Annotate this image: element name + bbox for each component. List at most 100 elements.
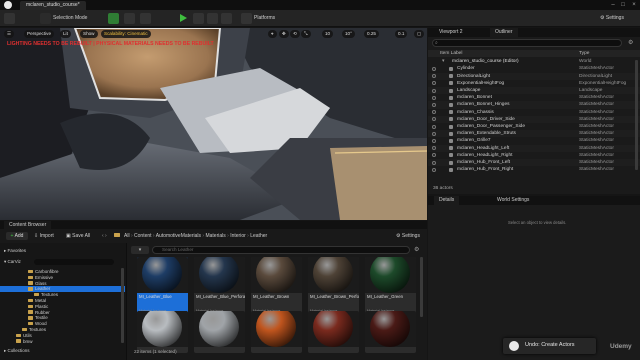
asset-tile[interactable] [308,311,359,353]
visibility-eye-icon[interactable] [432,160,436,165]
visibility-eye-icon[interactable] [432,138,436,143]
close-icon[interactable]: × [629,1,639,9]
folder-tree-item[interactable]: Metal [0,298,125,303]
column-item-label[interactable]: Item Label [440,51,462,57]
minimize-icon[interactable]: – [608,1,618,9]
outliner-row[interactable]: mclaren_Hub_Front_Left StaticMeshActor [428,159,640,167]
level-tab[interactable]: mclaren_studio_course* [20,1,86,10]
outliner-row[interactable]: mclaren_Bonnet StaticMeshActor [428,94,640,101]
select-tool-icon[interactable]: ⌖ [268,30,277,38]
outliner-row[interactable]: Landscape Landscape [428,87,640,95]
outliner-row[interactable]: mclaren_Bonnet_Hinges StaticMeshActor [428,101,640,109]
asset-settings-icon[interactable]: ⚙ [414,246,419,254]
folder-tree-item[interactable]: Carbonfibre [0,269,125,274]
tree-search-input[interactable] [34,259,114,265]
view-mode-lit-button[interactable]: Lit [60,30,71,38]
add-button[interactable]: + Add [6,232,28,240]
settings-menu[interactable]: ⚙ Settings [600,12,624,24]
platforms-menu[interactable]: Platforms [254,12,275,24]
visibility-eye-icon[interactable] [432,124,436,129]
folder-tree-item[interactable]: Emissive [0,275,125,280]
sequencer-icon[interactable] [140,13,151,24]
outliner-row[interactable]: mclaren_Door_Passenger_Side StaticMeshAct… [428,123,640,130]
breadcrumb-item[interactable]: Content [134,233,152,239]
tab-content-browser[interactable]: Content Browser [4,221,52,229]
visibility-eye-icon[interactable] [432,88,436,93]
more-play-options-icon[interactable] [221,13,232,24]
outliner-scrollbar[interactable] [635,60,638,170]
visibility-eye-icon[interactable] [432,74,436,79]
add-actor-icon[interactable] [108,13,119,24]
folder-tree-item[interactable]: Plastic [0,304,125,309]
asset-tile[interactable]: MI_Leather_BrownMaterial Instance [251,257,302,315]
asset-tile[interactable]: MI_Leather_GreenMaterial Instance [365,257,416,315]
visibility-eye-icon[interactable] [432,146,436,151]
breadcrumb-item[interactable]: Leather [250,233,267,239]
rotate-tool-icon[interactable]: ⟲ [290,30,300,38]
selection-mode-icon[interactable] [40,13,51,24]
outliner-root-row[interactable]: ▾ mclaren_studio_course (Editor) World [428,58,640,65]
breadcrumb-item[interactable]: Interior [230,233,246,239]
collections-section[interactable]: ▸ Collections [4,348,126,353]
play-icon[interactable] [180,14,187,22]
show-button[interactable]: Show [80,30,98,38]
folder-tree-item[interactable]: Textures [0,292,125,297]
breadcrumb-item[interactable]: AutomotiveMaterials [156,233,201,239]
breadcrumb-item[interactable]: Materials [205,233,225,239]
nav-back-icon[interactable]: ‹ › [102,232,107,240]
visibility-eye-icon[interactable] [432,81,436,86]
filter-button[interactable]: ▾ [131,246,149,254]
asset-tile[interactable] [194,311,245,353]
folder-tree-item[interactable]: Glass [0,281,125,286]
tab-outliner[interactable]: Outliner [490,28,518,37]
visibility-eye-icon[interactable] [432,131,436,136]
outliner-row[interactable]: DirectionalLight DirectionalLight [428,72,640,80]
rotation-snap-value[interactable]: 10° [342,30,355,38]
save-all-button[interactable]: ▣ Save All [66,232,90,240]
folder-tree-item[interactable]: Textile [0,315,125,320]
asset-tile[interactable]: MI_Leather_Brown_PerforatedMaterial Inst… [308,257,359,315]
folder-tree-item[interactable]: Utils [0,333,125,338]
move-tool-icon[interactable]: ✥ [279,30,289,38]
folder-tree-item[interactable]: Leather [0,286,125,292]
asset-tile[interactable]: MI_Leather_BlueMaterial Instance [137,257,188,315]
scalability-warning-button[interactable]: Scalability: Cinematic [101,30,151,38]
tab-details[interactable]: Details [434,196,460,205]
asset-tile[interactable] [137,311,188,353]
perspective-button[interactable]: Perspective [24,30,55,38]
folder-tree-item[interactable]: bmw [0,339,125,344]
asset-tile[interactable] [365,311,416,353]
outliner-row[interactable]: mclaren_Chassis StaticMeshActor [428,109,640,116]
visibility-eye-icon[interactable] [432,110,436,115]
grid-snap-value[interactable]: 10 [322,30,334,38]
visibility-eye-icon[interactable] [432,167,436,172]
blueprint-icon[interactable] [124,13,135,24]
favorites-section[interactable]: ▸ Favorites [4,248,126,253]
content-settings-button[interactable]: ⚙ Settings [396,232,420,240]
tab-viewport-2[interactable]: Viewport 2 [434,28,468,37]
column-type[interactable]: Type [579,51,589,57]
platforms-icon[interactable] [241,13,252,24]
step-icon[interactable] [193,13,204,24]
outliner-row[interactable]: mclaren_HeadLight_Right StaticMeshActor [428,152,640,159]
viewport-options-button[interactable]: ☰ [4,30,15,38]
outliner-search-input[interactable] [432,39,622,47]
visibility-eye-icon[interactable] [432,102,436,107]
outliner-row[interactable]: mclaren_Extendable_Struts StaticMeshActor [428,130,640,138]
visibility-eye-icon[interactable] [432,66,436,71]
outliner-row[interactable]: Cylinder StaticMeshActor [428,65,640,72]
outliner-row[interactable]: mclaren_Grille7 StaticMeshActor [428,137,640,144]
outliner-row[interactable]: mclaren_Hub_Front_Right StaticMeshActor [428,166,640,173]
asset-scrollbar[interactable] [420,257,423,317]
viewport-layout-icon[interactable]: ▢ [414,30,425,38]
outliner-row[interactable]: mclaren_HeadLight_Left StaticMeshActor [428,144,640,152]
maximize-icon[interactable]: □ [618,1,628,9]
outliner-row[interactable]: mclaren_Door_Driver_Side StaticMeshActor [428,115,640,123]
visibility-eye-icon[interactable] [432,117,436,122]
visibility-eye-icon[interactable] [432,153,436,158]
tree-scrollbar[interactable] [121,268,124,343]
outliner-settings-icon[interactable]: ⚙ [628,39,633,46]
expand-arrow-icon[interactable]: ▾ [442,58,444,65]
camera-speed-value[interactable]: 0.1 [395,30,408,38]
selection-mode-dropdown[interactable]: Selection Mode [53,12,87,24]
